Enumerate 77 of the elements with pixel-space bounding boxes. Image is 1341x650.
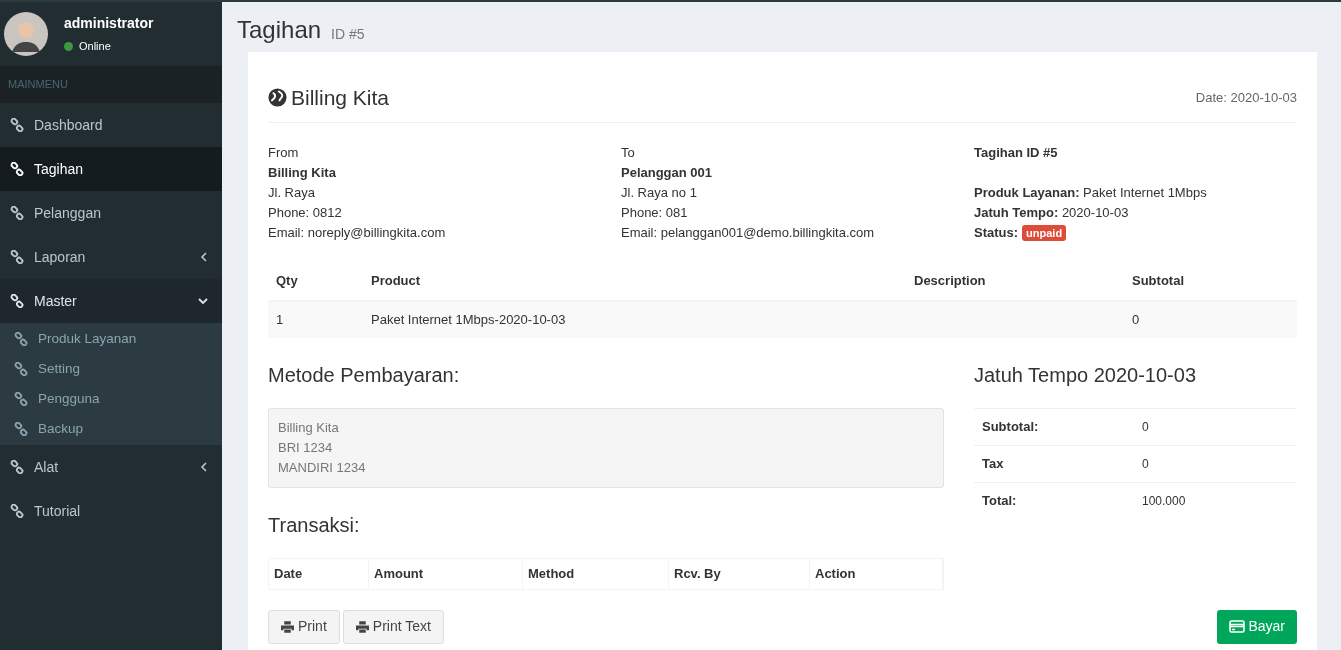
menu-header: MAINMENU — [8, 77, 68, 93]
chevron-left-icon — [200, 252, 208, 262]
total-value: 0 — [1142, 455, 1149, 473]
link-icon — [14, 422, 28, 436]
address-name: Pelanggan 001 — [621, 163, 714, 182]
total-label: Tax — [982, 454, 1005, 473]
printer-icon — [355, 620, 369, 633]
payment-method-line: BRI 1234 — [278, 438, 334, 457]
table-cell: 1 — [276, 311, 284, 327]
submenu-item[interactable]: Pengguna — [0, 384, 222, 414]
section-title: Metode Pembayaran: — [268, 362, 461, 388]
table-cell: Paket Internet 1Mbps-2020-10-03 — [371, 311, 566, 327]
link-icon — [14, 332, 28, 346]
payment-method-line: MANDIRI 1234 — [278, 458, 367, 477]
invoice-date: Date: 2020-10-03 — [1195, 89, 1297, 107]
column-header: Product — [371, 273, 421, 289]
address-line: Jl. Raya — [268, 183, 316, 202]
address-line: Email: noreply@billingkita.com — [268, 223, 447, 242]
printer-icon — [281, 620, 294, 633]
column-header: Description — [914, 273, 986, 289]
link-icon — [10, 460, 24, 474]
total-label: Subtotal: — [982, 417, 1040, 436]
address-line: Email: pelanggan001@demo.billingkita.com — [621, 223, 876, 242]
page-subtitle: ID #5 — [331, 27, 365, 41]
chevron-down-icon — [198, 297, 208, 305]
column-header: Method — [528, 564, 575, 583]
total-value: 100.000 — [1142, 492, 1186, 510]
link-icon — [10, 118, 24, 132]
link-icon — [14, 392, 28, 406]
payment-method-line: Billing Kita — [278, 418, 340, 437]
sidebar-item[interactable]: Pelanggan — [0, 191, 222, 235]
address-name: Billing Kita — [268, 163, 337, 182]
address-label: To — [621, 143, 636, 162]
user-status: Online — [79, 39, 111, 55]
column-header: Subtotal — [1132, 273, 1184, 289]
column-header: Rcv. By — [674, 564, 721, 583]
page-title: Tagihan — [237, 18, 322, 42]
address-line: Phone: 081 — [621, 203, 689, 222]
invoice-info-line: Produk Layanan: Paket Internet 1Mbps — [974, 183, 1208, 202]
address-line: Phone: 0812 — [268, 203, 343, 222]
address-label: From — [268, 143, 300, 162]
user-name: administrator — [64, 14, 154, 34]
company-title: Billing Kita — [291, 85, 390, 111]
link-icon — [10, 294, 24, 308]
sidebar-item[interactable]: Tagihan — [0, 147, 222, 191]
link-icon — [10, 504, 24, 518]
table-cell: 0 — [1132, 311, 1140, 327]
sidebar-item[interactable]: Master — [0, 279, 222, 323]
column-header: Date — [274, 564, 303, 583]
submenu-item[interactable]: Produk Layanan — [0, 324, 222, 354]
chevron-left-icon — [200, 462, 208, 472]
sidebar-item[interactable]: Alat — [0, 445, 222, 489]
print-button[interactable]: Print — [268, 609, 340, 644]
link-icon — [10, 206, 24, 220]
column-header: Amount — [374, 564, 424, 583]
section-title: Jatuh Tempo 2020-10-03 — [974, 362, 1197, 388]
column-header: Qty — [276, 273, 298, 289]
sidebar-item[interactable]: Dashboard — [0, 103, 222, 147]
status-badge: unpaid — [1022, 224, 1067, 241]
submenu-item[interactable]: Backup — [0, 414, 222, 444]
address-line: Jl. Raya no 1 — [621, 183, 698, 202]
sidebar-item[interactable]: Laporan — [0, 235, 222, 279]
invoice-info-line: Jatuh Tempo: 2020-10-03 — [974, 203, 1130, 222]
sidebar-item[interactable]: Tutorial — [0, 489, 222, 533]
link-icon — [10, 250, 24, 264]
invoice-id: Tagihan ID #5 — [974, 143, 1059, 162]
section-title: Transaksi: — [268, 512, 361, 538]
status-label: Status: — [974, 223, 1019, 242]
link-icon — [10, 162, 24, 176]
print-button[interactable]: Print Text — [342, 609, 444, 644]
avatar-icon — [4, 12, 48, 56]
credit-card-icon — [1229, 620, 1246, 633]
column-header: Action — [815, 564, 856, 583]
total-value: 0 — [1142, 418, 1149, 436]
total-label: Total: — [982, 491, 1018, 510]
submenu-item[interactable]: Setting — [0, 354, 222, 384]
link-icon — [14, 362, 28, 376]
